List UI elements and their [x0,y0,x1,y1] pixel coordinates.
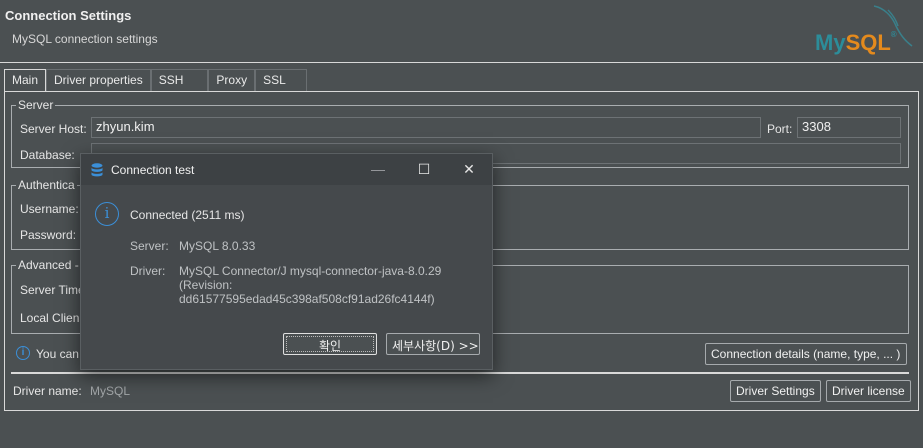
maximize-button[interactable]: ☐ [401,154,447,185]
info-icon: i [16,346,30,360]
driver-line-2: (Revision: [179,278,233,292]
server-version: MySQL 8.0.33 [179,239,256,253]
local-client-label: Local Clien [20,311,80,325]
database-icon [91,163,103,177]
port-label: Port: [767,122,793,136]
info-large-icon: i [95,202,119,226]
driver-name-value: MySQL [90,384,131,398]
database-label: Database: [20,148,75,162]
page-subtitle: MySQL connection settings [12,32,158,46]
connection-test-dialog: Connection test — ☐ ✕ i Connected (2511 … [80,153,493,370]
driver-name-label: Driver name: [13,384,82,398]
driver-line-1: MySQL Connector/J mysql-connector-java-8… [179,264,442,278]
header-divider [0,62,923,63]
driver-label: Driver: [130,264,166,278]
server-time-label: Server Time [20,283,85,297]
mysql-logo: MySQL® [812,2,918,58]
page-title: Connection Settings [5,8,132,23]
server-host-label: Server Host: [20,122,87,136]
minimize-button[interactable]: — [355,154,401,185]
panel-divider [11,372,909,374]
tab-ssl[interactable]: SSL [255,69,307,91]
info-text: You can [36,347,79,361]
tab-driver-properties[interactable]: Driver properties [46,69,151,91]
advanced-legend: Advanced - [18,258,79,272]
connection-details-button[interactable]: Connection details (name, type, ... ) [705,343,907,365]
tab-bar: Main Driver properties SSH Proxy SSL [4,69,307,92]
password-label: Password: [20,228,77,242]
driver-license-button[interactable]: Driver license [826,380,911,402]
driver-line-3: dd61577595edad45c398af508cf91ad26fc4144f… [179,292,435,306]
connected-message: Connected (2511 ms) [130,208,245,222]
username-label: Username: [20,202,79,216]
port-input[interactable]: 3308 [797,117,901,138]
server-label: Server: [130,239,169,253]
tab-ssh[interactable]: SSH [150,69,209,91]
dialog-titlebar[interactable]: Connection test — ☐ ✕ [81,154,492,185]
details-button[interactable]: 세부사항(D) >> [386,333,480,355]
server-host-input[interactable]: zhyun.kim [91,117,761,138]
mysql-logo-text: MySQL® [815,30,897,55]
driver-settings-button[interactable]: Driver Settings [730,380,821,402]
close-button[interactable]: ✕ [446,154,492,185]
authentication-legend: Authentica [18,178,75,192]
ok-button[interactable]: 확인 [283,333,377,355]
tab-proxy[interactable]: Proxy [208,69,256,91]
server-legend: Server [18,98,54,112]
dialog-title: Connection test [111,163,195,177]
tab-main[interactable]: Main [4,69,47,92]
